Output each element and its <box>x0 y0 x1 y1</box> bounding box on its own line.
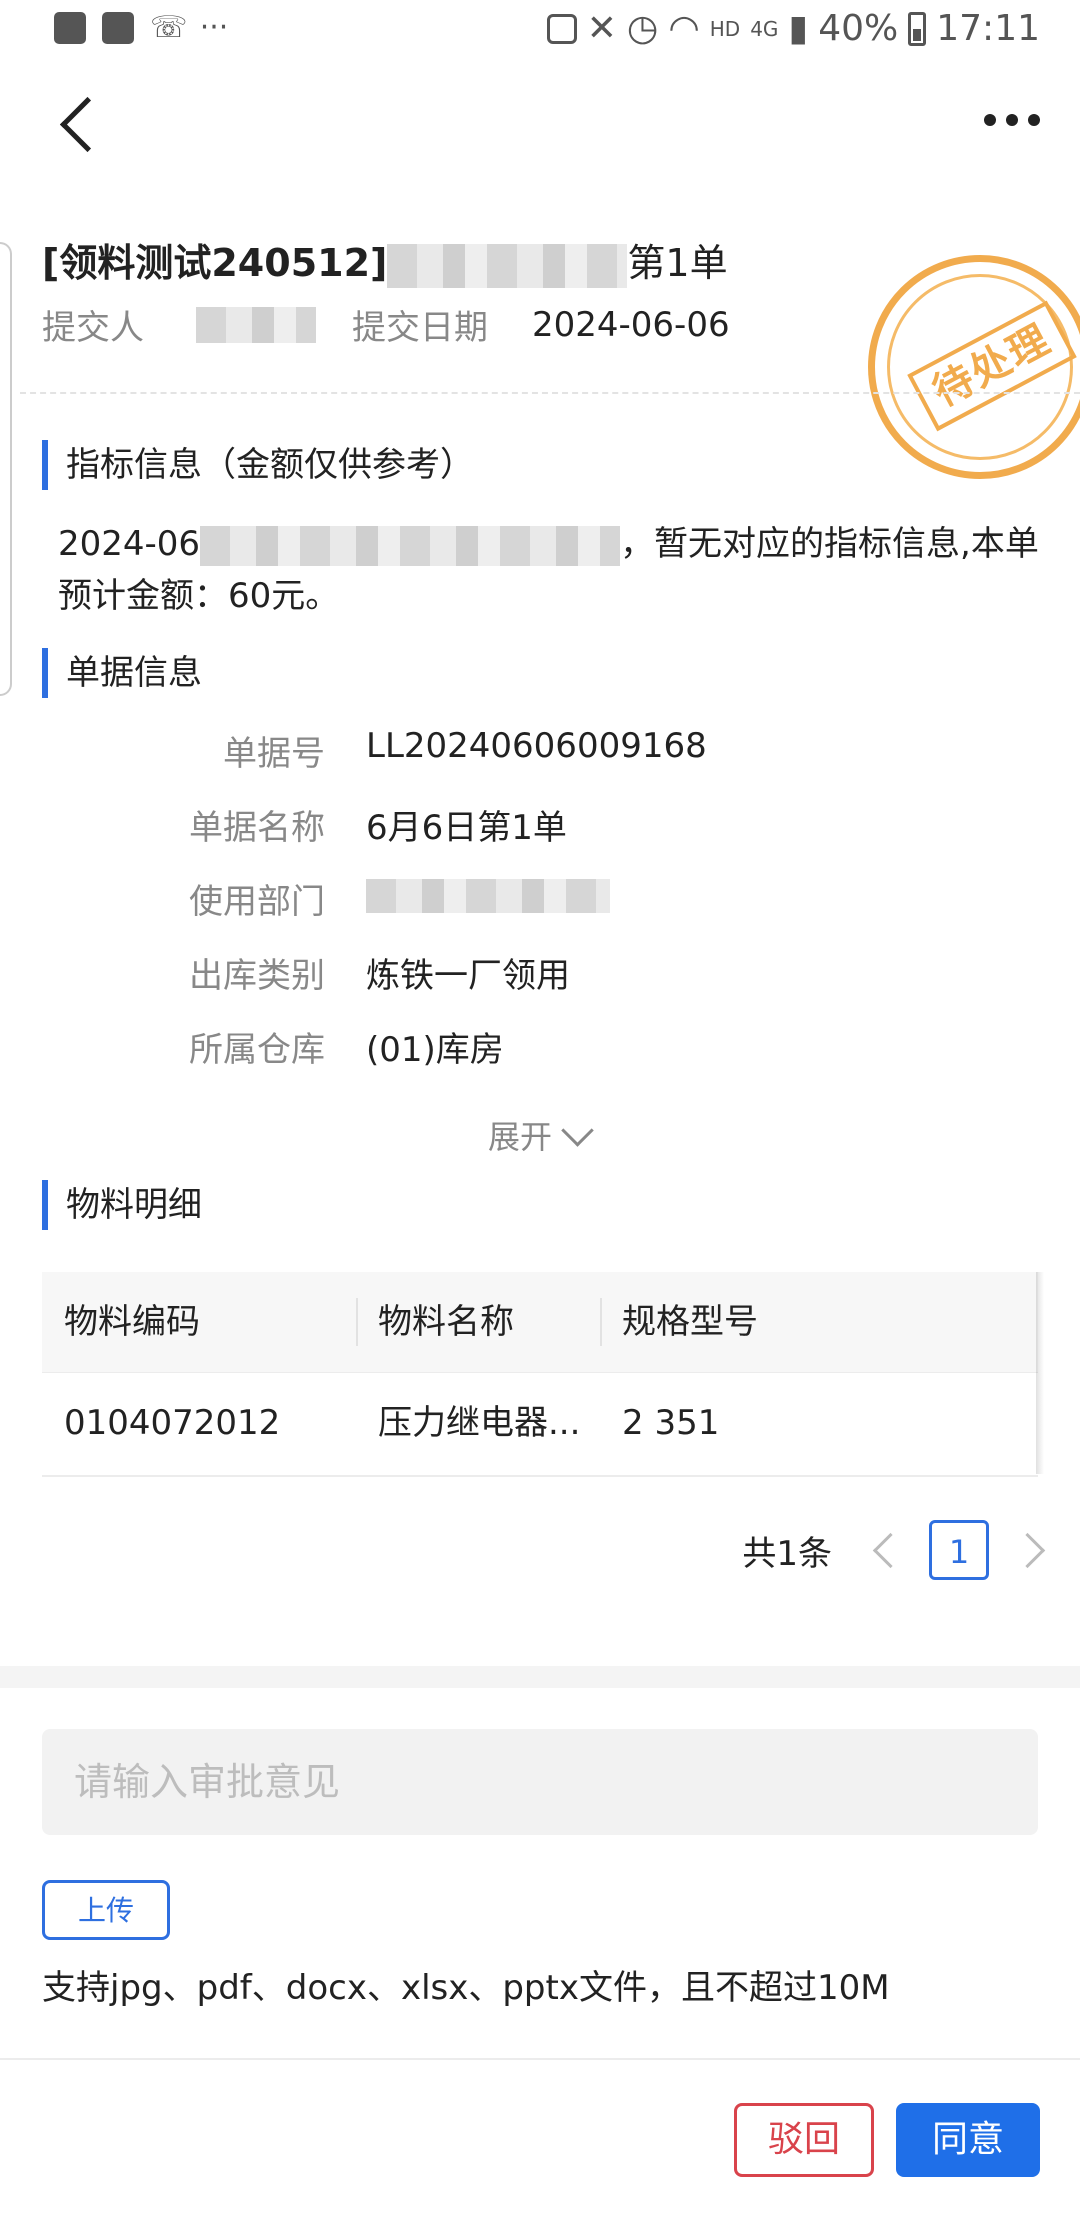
field-label: 单据号 <box>223 734 325 774</box>
redacted-submitter <box>196 306 316 343</box>
indicator-date: 2024-06 <box>58 524 201 564</box>
redacted-department <box>366 878 610 913</box>
side-panel-handle[interactable] <box>0 242 12 696</box>
clock: 17:11 <box>936 8 1040 49</box>
prev-page-icon[interactable] <box>872 1532 909 1568</box>
pending-stamp: 待处理 <box>868 255 1080 479</box>
more-options-icon[interactable] <box>984 114 1040 126</box>
submitter-label: 提交人 <box>42 308 144 348</box>
redacted-title <box>387 243 628 288</box>
field-outbound-type: 出库类别 炼铁一厂领用 <box>0 948 1080 1008</box>
document-title: [领料测试240512] 第1单 <box>42 232 728 288</box>
field-value: (01)库房 <box>366 1030 504 1070</box>
app-notification-icon <box>102 12 134 44</box>
hd-indicator: HD <box>709 16 741 41</box>
redacted-indicator <box>200 525 621 566</box>
chevron-down-icon <box>561 1113 594 1147</box>
status-bar: ☏ ··· ✕ ◷ ◠ HD 4G ▮ 40% 17:11 <box>0 0 1080 64</box>
field-label: 单据名称 <box>189 808 325 848</box>
back-arrow-icon[interactable] <box>50 95 110 155</box>
column-header: 规格型号 <box>600 1272 1038 1372</box>
notification-icons: ☏ ··· <box>54 12 230 44</box>
section-separator <box>0 1666 1080 1688</box>
table-header: 物料编码 物料名称 规格型号 <box>42 1272 1038 1372</box>
indicator-text: 2024-06 ，暂无对应的指标信息,本单预计金额：60元。 <box>58 518 1058 622</box>
field-value: 炼铁一厂领用 <box>366 956 570 996</box>
column-header: 物料编码 <box>64 1302 200 1342</box>
submit-date: 2024-06-06 <box>532 304 730 345</box>
title-suffix: 第1单 <box>627 241 728 285</box>
gallery-icon <box>54 12 86 44</box>
missed-call-icon: ☏ <box>150 10 188 45</box>
scroll-shadow <box>1036 1272 1044 1474</box>
signal-icon: ▮ <box>788 8 809 49</box>
upload-button[interactable]: 上传 <box>42 1880 170 1940</box>
submit-date-label: 提交日期 <box>352 308 488 348</box>
network-indicator: 4G <box>750 16 779 41</box>
mute-icon: ✕ <box>586 8 617 49</box>
header-divider <box>20 392 1080 394</box>
table-cell: 0104072012 <box>64 1403 281 1443</box>
field-warehouse: 所属仓库 (01)库房 <box>0 1022 1080 1082</box>
approval-opinion-input[interactable] <box>42 1729 1038 1835</box>
submit-info: 提交人 提交日期 2024-06-06 <box>42 300 730 349</box>
field-label: 所属仓库 <box>189 1030 325 1070</box>
more-notifications-icon: ··· <box>199 10 229 45</box>
field-value: 6月6日第1单 <box>366 808 567 848</box>
pagination: 共1条 1 <box>742 1520 1046 1580</box>
field-value: LL20240606009168 <box>366 726 707 766</box>
nav-bar <box>0 70 1080 180</box>
field-department: 使用部门 <box>0 874 1080 934</box>
upload-hint: 支持jpg、pdf、docx、xlsx、pptx文件，且不超过10M <box>42 1968 890 2008</box>
table-cell: 2 351 <box>622 1403 720 1443</box>
agree-button[interactable]: 同意 <box>896 2103 1040 2177</box>
field-value <box>366 874 610 914</box>
reject-button[interactable]: 驳回 <box>734 2103 874 2177</box>
column-header: 物料名称 <box>356 1272 600 1372</box>
next-page-icon[interactable] <box>1009 1532 1046 1568</box>
field-doc-number: 单据号 LL20240606009168 <box>0 726 1080 786</box>
battery-percent: 40% <box>818 8 899 49</box>
expand-button[interactable]: 展开 <box>488 1112 594 1158</box>
wifi-icon: ◠ <box>668 8 700 49</box>
alarm-icon: ◷ <box>626 8 659 49</box>
total-count: 共1条 <box>742 1533 832 1574</box>
field-doc-name: 单据名称 6月6日第1单 <box>0 800 1080 860</box>
materials-section-title: 物料明细 <box>42 1180 202 1230</box>
system-icons: ✕ ◷ ◠ HD 4G ▮ 40% 17:11 <box>546 8 1040 49</box>
indicator-section-title: 指标信息（金额仅供参考） <box>42 440 474 490</box>
doc-info-section-title: 单据信息 <box>42 648 202 698</box>
battery-icon <box>908 11 927 46</box>
title-prefix: [领料测试240512] <box>42 241 388 285</box>
materials-table: 物料编码 物料名称 规格型号 0104072012 压力继电器... 2 351 <box>42 1272 1044 1477</box>
expand-label: 展开 <box>488 1118 553 1156</box>
field-label: 使用部门 <box>189 882 325 922</box>
table-cell: 压力继电器... <box>378 1403 581 1443</box>
table-row[interactable]: 0104072012 压力继电器... 2 351 <box>42 1372 1038 1477</box>
page-number[interactable]: 1 <box>929 1520 989 1580</box>
footer-divider <box>0 2058 1080 2060</box>
field-label: 出库类别 <box>189 956 325 996</box>
nfc-icon <box>546 13 577 44</box>
